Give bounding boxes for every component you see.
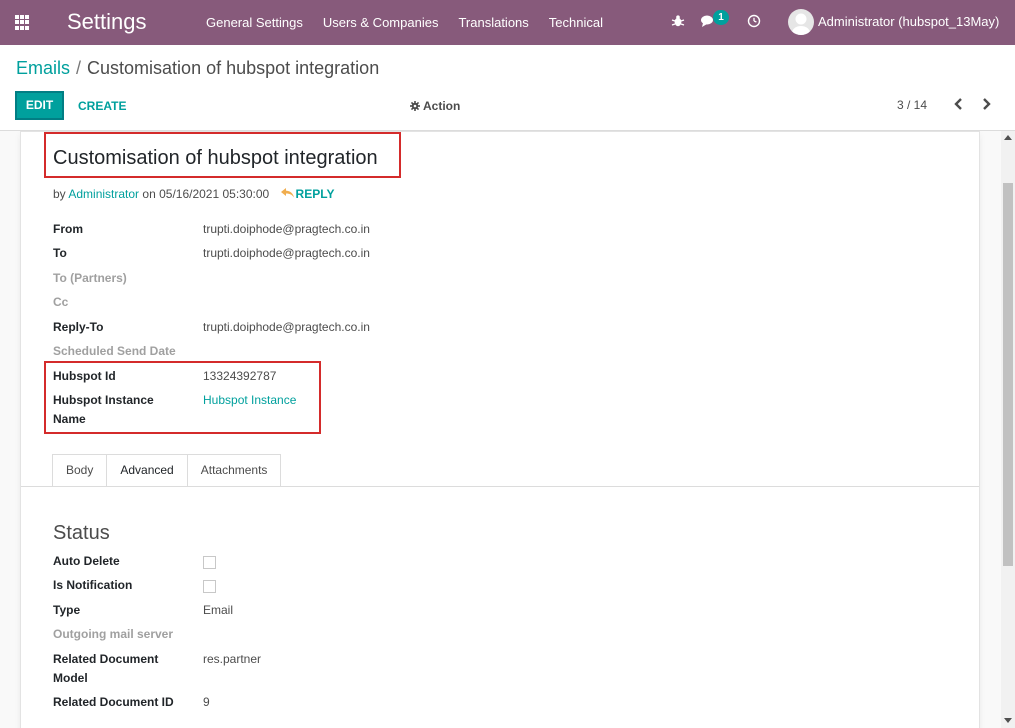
form-sheet: Customisation of hubspot integration by … bbox=[20, 131, 980, 728]
tab-attachments[interactable]: Attachments bbox=[186, 454, 282, 487]
menu-translations[interactable]: Translations bbox=[448, 0, 538, 45]
menu-technical[interactable]: Technical bbox=[539, 0, 613, 45]
type-label: Type bbox=[53, 603, 81, 617]
related-document-model-value: res.partner bbox=[203, 652, 262, 666]
pager-value[interactable]: 3 / 14 bbox=[897, 98, 927, 112]
type-value: Email bbox=[203, 603, 234, 617]
is-notification-checkbox[interactable] bbox=[203, 580, 216, 593]
cc-label: Cc bbox=[53, 295, 69, 309]
email-byline: by Administrator on 05/16/2021 05:30:00 … bbox=[53, 187, 334, 201]
scroll-up-arrow-icon[interactable] bbox=[1004, 135, 1012, 140]
breadcrumb-emails-link[interactable]: Emails bbox=[16, 58, 70, 78]
menu-general-settings[interactable]: General Settings bbox=[196, 0, 313, 45]
from-value: trupti.doiphode@pragtech.co.in bbox=[203, 222, 370, 236]
edit-button[interactable]: EDIT bbox=[15, 91, 64, 120]
scheduled-send-date-label: Scheduled Send Date bbox=[53, 344, 176, 358]
scrollbar-thumb[interactable] bbox=[1003, 183, 1013, 566]
byline-by: by bbox=[53, 187, 66, 201]
related-document-model-label-line2: Model bbox=[53, 671, 88, 685]
to-partners-label: To (Partners) bbox=[53, 271, 127, 285]
auto-delete-label: Auto Delete bbox=[53, 554, 120, 568]
related-document-id-value: 9 bbox=[203, 695, 210, 709]
activity-clock-icon[interactable] bbox=[747, 14, 761, 28]
app-title[interactable]: Settings bbox=[67, 9, 147, 35]
create-button[interactable]: CREATE bbox=[78, 99, 126, 113]
apps-menu-icon[interactable] bbox=[15, 15, 30, 30]
action-label: Action bbox=[423, 99, 461, 113]
user-silhouette-icon bbox=[792, 13, 810, 35]
breadcrumb: Emails / Customisation of hubspot integrat… bbox=[16, 58, 379, 79]
gear-icon bbox=[410, 101, 420, 111]
byline-on: on bbox=[142, 187, 156, 201]
to-label: To bbox=[53, 246, 67, 260]
reply-button[interactable]: REPLY bbox=[280, 187, 335, 201]
tab-advanced[interactable]: Advanced bbox=[106, 454, 188, 487]
reply-label: REPLY bbox=[295, 187, 335, 201]
author-link[interactable]: Administrator bbox=[68, 187, 139, 201]
is-notification-label: Is Notification bbox=[53, 578, 133, 592]
debug-bug-icon[interactable] bbox=[671, 14, 685, 28]
auto-delete-checkbox[interactable] bbox=[203, 556, 216, 569]
top-navbar: Settings General Settings Users & Compan… bbox=[0, 0, 1015, 45]
menu-users-companies[interactable]: Users & Companies bbox=[313, 0, 449, 45]
hubspot-fields-highlight-box bbox=[44, 361, 321, 434]
action-menu-button[interactable]: Action bbox=[410, 99, 460, 113]
reply-to-label: Reply-To bbox=[53, 320, 104, 334]
from-label: From bbox=[53, 222, 83, 236]
breadcrumb-separator: / bbox=[76, 58, 82, 78]
pager-previous-chevron-icon[interactable] bbox=[951, 96, 967, 112]
status-section-title: Status bbox=[53, 522, 110, 544]
scroll-down-arrow-icon[interactable] bbox=[1004, 718, 1012, 723]
tab-body[interactable]: Body bbox=[52, 454, 108, 487]
control-panel: Emails / Customisation of hubspot integrat… bbox=[0, 45, 1015, 131]
tab-divider bbox=[21, 486, 979, 487]
to-value: trupti.doiphode@pragtech.co.in bbox=[203, 246, 370, 260]
user-menu-name[interactable]: Administrator (hubspot_13May) bbox=[818, 14, 999, 29]
user-avatar[interactable] bbox=[788, 9, 814, 35]
related-document-id-label: Related Document ID bbox=[53, 695, 174, 709]
title-highlight-box bbox=[44, 132, 401, 178]
reply-arrow-icon bbox=[280, 188, 294, 198]
chat-counter-badge: 1 bbox=[713, 10, 729, 25]
pager-next-chevron-icon[interactable] bbox=[978, 96, 994, 112]
email-date: 05/16/2021 05:30:00 bbox=[159, 187, 270, 201]
notebook-tabs: Body Advanced Attachments bbox=[52, 454, 282, 487]
outgoing-mail-server-label: Outgoing mail server bbox=[53, 627, 174, 641]
main-menu: General Settings Users & Companies Trans… bbox=[196, 0, 613, 45]
related-document-model-label: Related Document bbox=[53, 652, 159, 666]
vertical-scrollbar[interactable] bbox=[1001, 131, 1015, 728]
breadcrumb-current: Customisation of hubspot integration bbox=[87, 58, 380, 78]
form-view: Customisation of hubspot integration by … bbox=[0, 131, 1001, 728]
reply-to-value: trupti.doiphode@pragtech.co.in bbox=[203, 320, 370, 334]
